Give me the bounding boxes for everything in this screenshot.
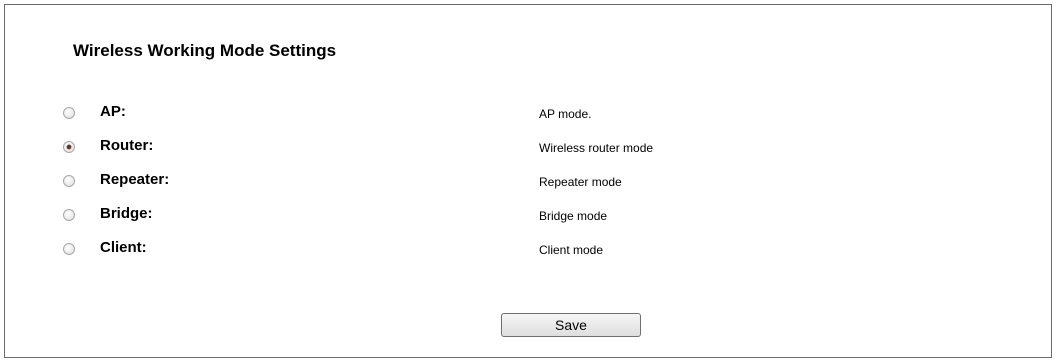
ap-label: AP: — [100, 103, 126, 120]
client-label: Client: — [100, 239, 147, 256]
bridge-radio[interactable] — [63, 209, 75, 221]
repeater-label: Repeater: — [100, 171, 170, 188]
mode-row-ap: AP: AP mode. — [5, 101, 1045, 127]
bridge-label: Bridge: — [100, 205, 153, 222]
client-description: Client mode — [539, 243, 604, 257]
bridge-description: Bridge mode — [539, 209, 608, 223]
save-button[interactable]: Save — [501, 313, 641, 337]
settings-panel: Wireless Working Mode Settings AP: AP mo… — [4, 4, 1052, 358]
ap-description: AP mode. — [539, 107, 592, 121]
router-label: Router: — [100, 137, 154, 154]
mode-row-client: Client: Client mode — [5, 237, 1045, 263]
ap-radio[interactable] — [63, 107, 75, 119]
router-description: Wireless router mode — [539, 141, 654, 155]
mode-row-router: Router: Wireless router mode — [5, 135, 1045, 161]
mode-row-bridge: Bridge: Bridge mode — [5, 203, 1045, 229]
router-radio[interactable] — [63, 141, 75, 153]
repeater-description: Repeater mode — [539, 175, 622, 189]
mode-row-repeater: Repeater: Repeater mode — [5, 169, 1045, 195]
page-title: Wireless Working Mode Settings — [73, 41, 337, 60]
repeater-radio[interactable] — [63, 175, 75, 187]
client-radio[interactable] — [63, 243, 75, 255]
